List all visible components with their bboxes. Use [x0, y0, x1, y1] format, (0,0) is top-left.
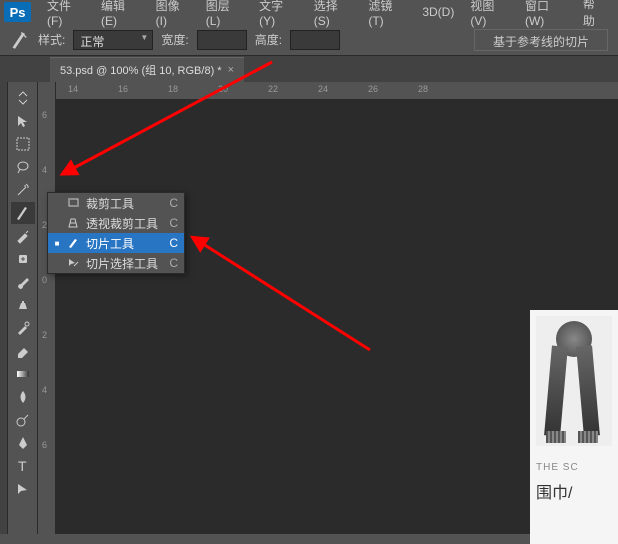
healing-brush-tool[interactable] [11, 248, 35, 270]
blur-tool[interactable] [11, 386, 35, 408]
flyout-label: 透视裁剪工具 [86, 215, 163, 232]
ruler-vertical[interactable]: 6 4 2 0 2 4 6 [38, 100, 56, 534]
ruler-mark: 6 [42, 440, 47, 450]
pen-tool[interactable] [11, 432, 35, 454]
ruler-horizontal[interactable]: 14 16 18 20 22 24 26 28 [38, 82, 618, 100]
close-icon[interactable]: × [228, 64, 234, 76]
perspective-crop-icon [66, 217, 80, 229]
menu-bar: Ps 文件(F) 编辑(E) 图像(I) 图层(L) 文字(Y) 选择(S) 滤… [0, 0, 618, 24]
flyout-crop-tool[interactable]: 裁剪工具 C [48, 193, 184, 213]
menu-filter[interactable]: 滤镜(T) [360, 0, 414, 28]
menu-layer[interactable]: 图层(L) [198, 0, 251, 28]
height-label: 高度: [255, 31, 282, 48]
flyout-slice-select-tool[interactable]: 切片选择工具 C [48, 253, 184, 273]
crop-tool[interactable] [11, 202, 35, 224]
slice-select-icon [66, 257, 80, 269]
left-gutter [0, 82, 8, 534]
crop-icon [66, 197, 80, 209]
eyedropper-tool[interactable] [11, 225, 35, 247]
ruler-mark: 26 [368, 84, 378, 94]
menu-edit[interactable]: 编辑(E) [93, 0, 148, 28]
menu-type[interactable]: 文字(Y) [251, 0, 306, 28]
style-select[interactable]: 正常▼ [73, 30, 153, 50]
ruler-mark: 14 [68, 84, 78, 94]
slice-tool-icon[interactable] [10, 30, 30, 50]
image-preview-panel: THE SC 围巾/ [530, 310, 618, 544]
ruler-mark: 18 [168, 84, 178, 94]
document-tab-bar: 53.psd @ 100% (组 10, RGB/8) * × [0, 56, 618, 82]
preview-caption-en: THE SC [536, 462, 618, 473]
menu-file[interactable]: 文件(F) [39, 0, 93, 28]
ruler-mark: 6 [42, 110, 47, 120]
ruler-mark: 20 [218, 84, 228, 94]
ruler-mark: 2 [42, 330, 47, 340]
menu-select[interactable]: 选择(S) [306, 0, 361, 28]
slice-from-guides-button[interactable]: 基于参考线的切片 [474, 29, 608, 51]
expand-icon[interactable] [11, 87, 35, 109]
magic-wand-tool[interactable] [11, 179, 35, 201]
svg-text:T: T [18, 458, 27, 474]
gradient-tool[interactable] [11, 363, 35, 385]
type-tool[interactable]: T [11, 455, 35, 477]
menu-view[interactable]: 视图(V) [462, 0, 517, 28]
tab-title: 53.psd @ 100% (组 10, RGB/8) * [60, 62, 222, 78]
preview-caption-cn: 围巾/ [536, 479, 618, 503]
flyout-label: 切片选择工具 [86, 255, 163, 272]
height-input[interactable] [290, 30, 340, 50]
bullet-icon: ■ [54, 239, 60, 248]
flyout-shortcut: C [169, 196, 178, 210]
workspace: T 14 16 18 20 22 24 26 28 6 4 2 0 2 4 6 [0, 82, 618, 534]
ps-logo-icon: Ps [4, 2, 31, 22]
menu-help[interactable]: 帮助 [575, 0, 614, 29]
brush-tool[interactable] [11, 271, 35, 293]
flyout-label: 切片工具 [86, 235, 163, 252]
document-tab[interactable]: 53.psd @ 100% (组 10, RGB/8) * × [50, 57, 244, 82]
move-tool[interactable] [11, 110, 35, 132]
flyout-label: 裁剪工具 [86, 195, 163, 212]
clone-stamp-tool[interactable] [11, 294, 35, 316]
dodge-tool[interactable] [11, 409, 35, 431]
options-bar: 样式: 正常▼ 宽度: 高度: 基于参考线的切片 [0, 24, 618, 56]
scarf-image [536, 316, 612, 446]
path-selection-tool[interactable] [11, 478, 35, 500]
flyout-slice-tool[interactable]: ■ 切片工具 C [48, 233, 184, 253]
marquee-tool[interactable] [11, 133, 35, 155]
eraser-tool[interactable] [11, 340, 35, 362]
slice-icon [66, 237, 80, 249]
ruler-mark: 4 [42, 165, 47, 175]
flyout-shortcut: C [169, 236, 178, 250]
canvas-area: 14 16 18 20 22 24 26 28 6 4 2 0 2 4 6 [38, 82, 618, 534]
flyout-perspective-crop-tool[interactable]: 透视裁剪工具 C [48, 213, 184, 233]
ruler-mark: 16 [118, 84, 128, 94]
lasso-tool[interactable] [11, 156, 35, 178]
tool-panel: T [8, 82, 38, 534]
flyout-shortcut: C [169, 216, 178, 230]
tool-flyout-menu: 裁剪工具 C 透视裁剪工具 C ■ 切片工具 C 切片选择工具 C [47, 192, 185, 274]
width-label: 宽度: [161, 31, 188, 48]
menu-3d[interactable]: 3D(D) [414, 5, 462, 19]
flyout-shortcut: C [169, 256, 178, 270]
ruler-mark: 28 [418, 84, 428, 94]
ruler-mark: 24 [318, 84, 328, 94]
menu-image[interactable]: 图像(I) [148, 0, 198, 28]
ruler-mark: 4 [42, 385, 47, 395]
width-input[interactable] [197, 30, 247, 50]
menu-window[interactable]: 窗口(W) [517, 0, 575, 28]
ruler-mark: 22 [268, 84, 278, 94]
history-brush-tool[interactable] [11, 317, 35, 339]
canvas[interactable]: THE SC 围巾/ [56, 100, 618, 534]
style-label: 样式: [38, 31, 65, 48]
ruler-corner [38, 82, 56, 100]
ruler-mark: 0 [42, 275, 47, 285]
